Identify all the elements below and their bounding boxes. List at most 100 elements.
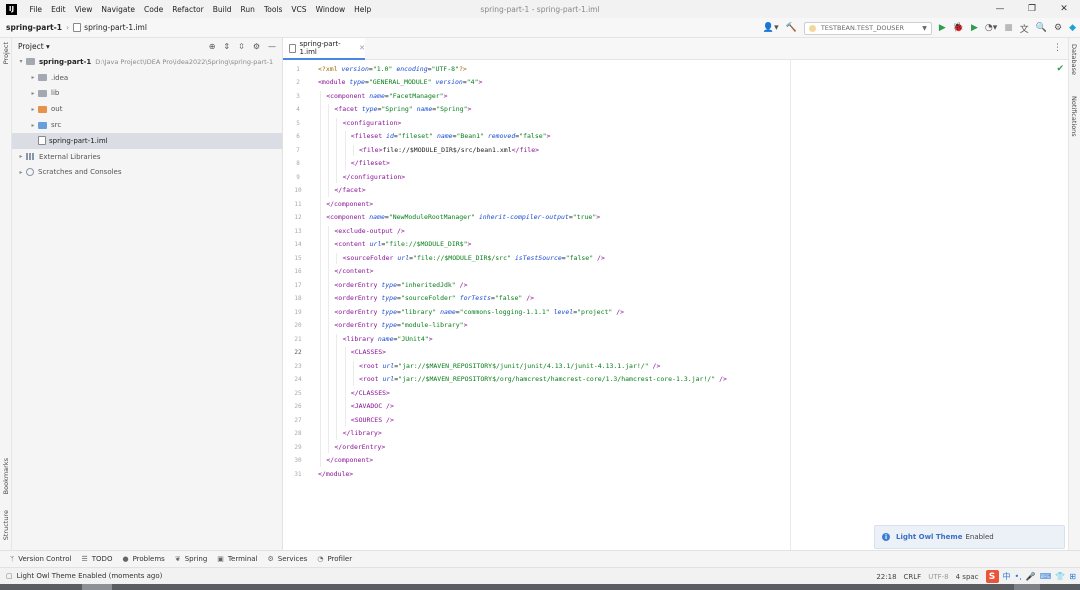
chevron-right-icon[interactable]: ▸	[28, 90, 38, 97]
line-number[interactable]: 20	[286, 319, 310, 333]
tool-window-version-control[interactable]: ᛘ Version Control	[10, 555, 71, 563]
line-number-gutter[interactable]: 1 2 3 4 5 6 7 8 9 10 11 12 13 14 15 16 17 18 19 20 21 22 23 24 2…	[283, 60, 310, 550]
line-number[interactable]: 26	[286, 400, 310, 414]
tree-item[interactable]: ▸ lib	[12, 86, 282, 102]
chevron-right-icon[interactable]: ▸	[16, 169, 26, 176]
line-number[interactable]: 4	[286, 103, 310, 117]
more-run-icon[interactable]: ◔▾	[985, 23, 997, 33]
code-line[interactable]: </content>	[334, 265, 373, 279]
code-line[interactable]: </configuration>	[343, 171, 406, 185]
tree-item[interactable]: ▸ External Libraries	[12, 149, 282, 165]
line-number[interactable]: 13	[286, 225, 310, 239]
build-hammer-icon[interactable]: 🔨	[786, 23, 797, 33]
line-number[interactable]: 28	[286, 427, 310, 441]
tree-item[interactable]: ▸ .idea	[12, 70, 282, 86]
menu-edit[interactable]: Edit	[47, 5, 71, 14]
locate-icon[interactable]: ⊕	[209, 42, 216, 51]
code-line[interactable]: <orderEntry type="library" name="commons…	[334, 306, 624, 320]
code-line[interactable]: <root url="jar://$MAVEN_REPOSITORY$/org/…	[359, 373, 727, 387]
chevron-right-icon[interactable]: ▸	[28, 122, 38, 129]
code-line[interactable]: </module>	[318, 468, 353, 482]
line-number[interactable]: 5	[286, 117, 310, 131]
line-number[interactable]: 10	[286, 184, 310, 198]
close-icon[interactable]: ✕	[1048, 0, 1080, 18]
line-number[interactable]: 12	[286, 211, 310, 225]
code-line[interactable]: <module type="GENERAL_MODULE" version="4…	[318, 76, 482, 90]
notifications-tool-tab[interactable]: Notifications	[1070, 96, 1078, 137]
menu-window[interactable]: Window	[311, 5, 350, 14]
line-number[interactable]: 22	[286, 346, 310, 360]
intellij-logo-icon[interactable]: IJ	[6, 3, 17, 15]
run-configuration-select[interactable]: TESTBEAN.TEST_DOUSER ▼	[803, 21, 932, 35]
ime-grid-icon[interactable]: ⊞	[1069, 572, 1076, 581]
tool-window-services[interactable]: ⚙ Services	[268, 555, 308, 563]
menu-file[interactable]: File	[25, 5, 47, 14]
structure-tool-tab[interactable]: Structure	[2, 510, 10, 540]
project-tool-tab[interactable]: Project	[2, 42, 10, 64]
minimize-icon[interactable]: —	[984, 0, 1016, 18]
line-number[interactable]: 16	[286, 265, 310, 279]
line-number[interactable]: 17	[286, 279, 310, 293]
code-line[interactable]: </component>	[326, 454, 373, 468]
tree-item[interactable]: ▸ out	[12, 101, 282, 117]
stop-icon[interactable]: ■	[1004, 23, 1013, 33]
debug-icon[interactable]: 🐞	[953, 23, 964, 33]
line-number[interactable]: 2	[286, 76, 310, 90]
inspection-ok-check-icon[interactable]: ✔	[1056, 64, 1064, 74]
menu-vcs[interactable]: VCS	[287, 5, 311, 14]
bookmarks-tool-tab[interactable]: Bookmarks	[2, 458, 10, 494]
line-number[interactable]: 6	[286, 130, 310, 144]
line-number[interactable]: 21	[286, 333, 310, 347]
options-gear-icon[interactable]: ⚙	[253, 42, 260, 51]
translate-icon[interactable]: 文	[1020, 22, 1029, 35]
restore-icon[interactable]: ❐	[1016, 0, 1048, 18]
ime-language[interactable]: 中	[1003, 571, 1011, 582]
code-line[interactable]: <orderEntry type="sourceFolder" forTests…	[334, 292, 534, 306]
line-number[interactable]: 25	[286, 387, 310, 401]
breadcrumb-project[interactable]: spring-part-1	[0, 23, 62, 32]
project-view-select[interactable]: Project ▾	[18, 42, 50, 51]
line-number[interactable]: 1	[286, 63, 310, 77]
tool-window-profiler[interactable]: ◔ Profiler	[317, 555, 352, 563]
close-tab-icon[interactable]: ✕	[359, 44, 365, 52]
code-line[interactable]: <root url="jar://$MAVEN_REPOSITORY$/juni…	[359, 360, 660, 374]
code-line[interactable]: <orderEntry type="inheritedJdk" />	[334, 279, 467, 293]
code-line[interactable]: <SOURCES />	[351, 414, 394, 428]
tabs-more-icon[interactable]: ⋮	[1053, 43, 1062, 53]
chevron-right-icon[interactable]: ▸	[28, 106, 38, 113]
code-line[interactable]: <configuration>	[343, 117, 402, 131]
line-number[interactable]: 14	[286, 238, 310, 252]
code-line[interactable]: <?xml version="1.0" encoding="UTF-8"?>	[318, 63, 467, 77]
code-line[interactable]: <component name="NewModuleRootManager" i…	[326, 211, 600, 225]
line-number[interactable]: 24	[286, 373, 310, 387]
code-line[interactable]: </fileset>	[351, 157, 390, 171]
coverage-icon[interactable]: ▶	[971, 23, 978, 33]
line-separator[interactable]: CRLF	[904, 573, 922, 581]
code-line[interactable]: </library>	[343, 427, 382, 441]
tree-item[interactable]: ▸ Scratches and Consoles	[12, 165, 282, 181]
code-line[interactable]: <file>file://$MODULE_DIR$/src/bean1.xml<…	[359, 144, 539, 158]
chevron-right-icon[interactable]: ▸	[16, 153, 26, 160]
line-number[interactable]: 8	[286, 157, 310, 171]
tree-item[interactable]: ▸ src	[12, 117, 282, 133]
code-line[interactable]: <component name="FacetManager">	[326, 90, 447, 104]
user-icon[interactable]: 👤▾	[763, 23, 779, 33]
breadcrumb-file[interactable]: spring-part-1.iml	[73, 23, 147, 33]
code-line[interactable]: <library name="JUnit4">	[343, 333, 433, 347]
code-line[interactable]: <content url="file://$MODULE_DIR$">	[334, 238, 471, 252]
caret-position[interactable]: 22:18	[876, 573, 896, 581]
settings-gear-icon[interactable]: ⚙	[1054, 23, 1062, 33]
code-line[interactable]: </facet>	[334, 184, 365, 198]
editor-tab-iml[interactable]: spring-part-1.iml ✕	[283, 38, 365, 60]
menu-refactor[interactable]: Refactor	[168, 5, 208, 14]
menu-tools[interactable]: Tools	[259, 5, 286, 14]
hide-panel-icon[interactable]: —	[268, 42, 276, 51]
plugin-logo-icon[interactable]: ◆	[1069, 23, 1076, 33]
line-number[interactable]: 27	[286, 414, 310, 428]
tool-window-spring[interactable]: ❦ Spring	[175, 555, 207, 563]
line-number[interactable]: 7	[286, 144, 310, 158]
code-line[interactable]: <exclude-output />	[334, 225, 404, 239]
code-line[interactable]: </component>	[326, 198, 373, 212]
tree-item[interactable]: ▾ spring-part-1 D:\Java Project\IDEA Pro\i…	[12, 54, 282, 70]
line-number[interactable]: 23	[286, 360, 310, 374]
